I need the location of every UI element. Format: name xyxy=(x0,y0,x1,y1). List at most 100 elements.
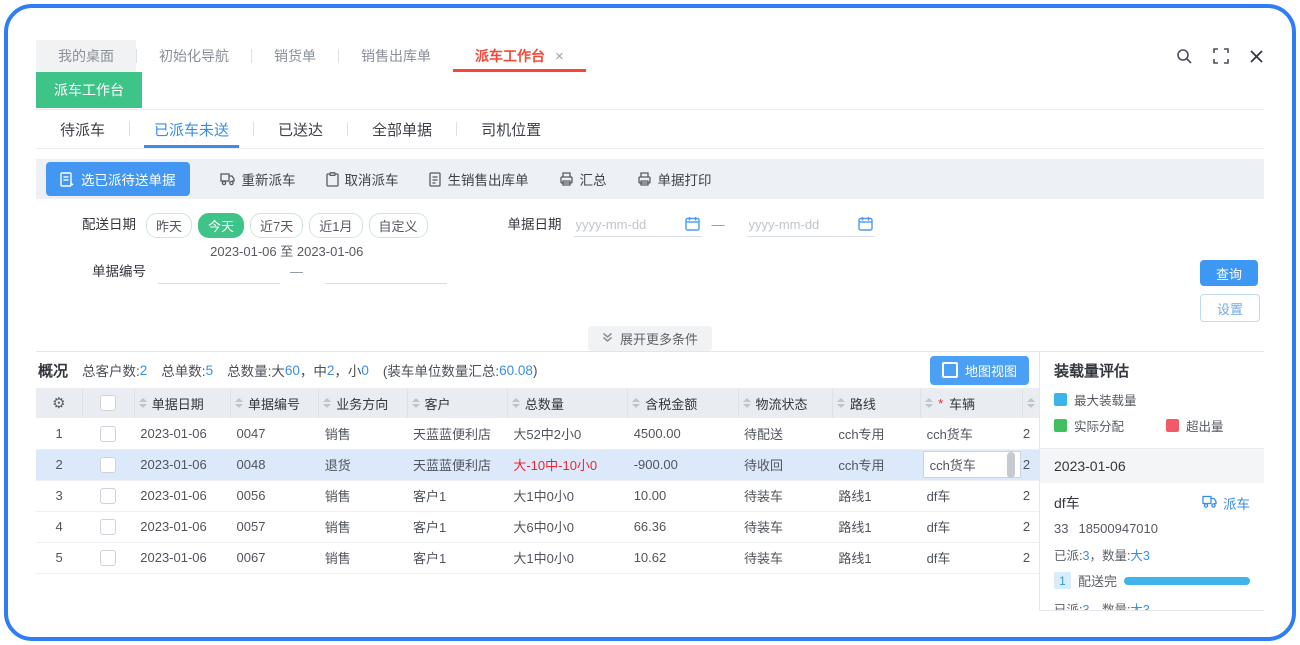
header-business-direction[interactable]: 业务方向 xyxy=(336,394,388,413)
sort-icon[interactable] xyxy=(1027,398,1036,408)
cancel-dispatch-button[interactable]: 取消派车 xyxy=(325,169,399,189)
window-tab-dispatch-workbench[interactable]: 派车工作台 × xyxy=(453,40,586,72)
sort-icon[interactable] xyxy=(235,398,244,408)
table-row[interactable]: 1 2023-01-06 0047 销售 天蓝蓝便利店 大52中2小0 4500… xyxy=(36,418,1039,449)
legend-overage: 超出量 xyxy=(1166,416,1224,435)
sort-icon[interactable] xyxy=(323,398,332,408)
window-tab-sales-outbound[interactable]: 销售出库单 xyxy=(339,40,453,72)
cell-route: cch专用 xyxy=(838,426,885,442)
cell-vehicle[interactable]: df车 xyxy=(921,480,1023,511)
row-checkbox[interactable] xyxy=(100,456,117,473)
table-area: 概况 总客户数: 2 总单数: 5 总数量:大 60 ，中 2 ，小 0 (装车单位数量汇… xyxy=(36,352,1039,611)
tab-label: 待派车 xyxy=(60,121,106,139)
cell-amount: -900.00 xyxy=(633,457,678,472)
orders-table: ⚙ 单据日期 单据编号 业务方向 客户 总数量 含税金额 物流状态 路线 * 车辆 xyxy=(36,388,1039,574)
dispatch-link[interactable]: 派车 xyxy=(1202,493,1250,513)
sort-icon[interactable] xyxy=(836,398,845,408)
doc-number-start-input[interactable] xyxy=(158,260,280,284)
sort-icon[interactable] xyxy=(632,398,641,408)
table-row[interactable]: 4 2023-01-06 0057 销售 客户1 大6中0小0 66.36 待装… xyxy=(36,511,1039,542)
doc-date-start-input[interactable] xyxy=(573,213,702,237)
tab-to-dispatch[interactable]: 待派车 xyxy=(36,110,129,148)
doc-date-filter: 单据日期 — xyxy=(508,213,875,237)
entry-index-badge: 1 xyxy=(1054,572,1071,589)
sort-icon[interactable] xyxy=(138,398,147,408)
pill-last-month[interactable]: 近1月 xyxy=(309,213,363,238)
query-button[interactable]: 查询 xyxy=(1200,260,1258,286)
doc-date-end-input[interactable] xyxy=(746,213,875,237)
window-tab-sales-order[interactable]: 销货单 xyxy=(252,40,338,72)
pill-today[interactable]: 今天 xyxy=(198,213,245,238)
qty-mid-label: ，中 xyxy=(299,364,327,379)
cell-vehicle[interactable]: df车 xyxy=(921,542,1023,573)
settings-button[interactable]: 设置 xyxy=(1200,294,1260,322)
cell-doc-number: 0057 xyxy=(236,519,266,534)
row-checkbox[interactable] xyxy=(100,518,117,535)
tab-label: 销售出库单 xyxy=(361,48,431,64)
cell-logistics-status: 待装车 xyxy=(744,520,784,535)
search-icon[interactable] xyxy=(1176,48,1193,65)
row-checkbox[interactable] xyxy=(100,425,117,442)
tab-close-icon[interactable]: × xyxy=(555,48,564,65)
map-view-button[interactable]: 地图视图 xyxy=(929,355,1029,385)
calendar-icon[interactable] xyxy=(857,216,873,236)
sort-icon[interactable] xyxy=(411,398,420,408)
doc-number-end-input[interactable] xyxy=(325,260,447,284)
header-total-qty[interactable]: 总数量 xyxy=(525,394,564,413)
table-row[interactable]: 5 2023-01-06 0067 销售 客户1 大1中0小0 10.62 待装… xyxy=(36,542,1039,573)
row-checkbox[interactable] xyxy=(100,549,117,566)
calendar-icon[interactable] xyxy=(684,216,700,236)
header-customer[interactable]: 客户 xyxy=(425,394,451,413)
select-all-checkbox[interactable] xyxy=(100,395,117,411)
pill-custom[interactable]: 自定义 xyxy=(368,213,428,238)
header-route[interactable]: 路线 xyxy=(850,394,876,413)
cell-vehicle[interactable]: cch货车 xyxy=(921,418,1023,449)
window-tab-desktop[interactable]: 我的桌面 xyxy=(36,40,136,72)
create-outbound-order-button[interactable]: 生销售出库单 xyxy=(428,169,529,189)
summarize-button[interactable]: 汇总 xyxy=(559,169,607,189)
select-dispatched-orders-button[interactable]: 选已派待送单据 xyxy=(46,162,190,196)
panel-date-header[interactable]: 2023-01-06 xyxy=(1040,448,1264,483)
sort-icon[interactable] xyxy=(925,398,934,408)
cell-logistics-status: 待配送 xyxy=(744,426,784,442)
double-chevron-down-icon xyxy=(602,331,613,346)
window-tab-init-nav[interactable]: 初始化导航 xyxy=(137,40,251,72)
sort-icon[interactable] xyxy=(511,398,520,408)
row-checkbox[interactable] xyxy=(100,487,117,504)
header-vehicle[interactable]: 车辆 xyxy=(949,394,975,413)
tab-dispatched-not-sent[interactable]: 已派车未送 xyxy=(130,110,253,148)
table-row-selected[interactable]: 2 2023-01-06 0048 退货 天蓝蓝便利店 大-10中-10小0 -… xyxy=(36,449,1039,480)
pill-yesterday[interactable]: 昨天 xyxy=(146,213,193,238)
cell-clipped: 2 xyxy=(1022,425,1031,441)
table-scrollbar-thumb[interactable] xyxy=(1007,452,1015,478)
button-label: 重新派车 xyxy=(241,173,296,188)
entry-status: 配送完 xyxy=(1078,574,1118,589)
load-total-value: 60.08 xyxy=(499,362,533,378)
printer-icon xyxy=(559,172,574,186)
cell-total-qty-negative: 大-10中-10小0 xyxy=(513,458,598,473)
header-doc-date[interactable]: 单据日期 xyxy=(152,394,204,413)
tab-all-orders[interactable]: 全部单据 xyxy=(348,110,456,148)
qty-value: 大3 xyxy=(1130,603,1150,611)
tab-driver-location[interactable]: 司机位置 xyxy=(457,110,565,148)
cell-vehicle[interactable]: df车 xyxy=(921,511,1023,542)
driver-phone: 18500947010 xyxy=(1078,521,1158,536)
table-row[interactable]: 3 2023-01-06 0056 销售 客户1 大1中0小0 10.00 待装… xyxy=(36,480,1039,511)
print-order-button[interactable]: 单据打印 xyxy=(637,169,712,189)
expand-label: 展开更多条件 xyxy=(619,332,698,347)
close-icon[interactable] xyxy=(1249,49,1264,64)
map-icon xyxy=(941,362,958,378)
expand-more-conditions-button[interactable]: 展开更多条件 xyxy=(587,326,712,351)
range-separator: — xyxy=(711,217,725,232)
pill-last-7-days[interactable]: 近7天 xyxy=(250,213,304,238)
document-icon xyxy=(60,171,74,187)
header-logistics-status[interactable]: 物流状态 xyxy=(756,394,808,413)
header-amount[interactable]: 含税金额 xyxy=(645,394,697,413)
tab-delivered[interactable]: 已送达 xyxy=(254,110,347,148)
column-settings-gear-icon[interactable]: ⚙ xyxy=(52,394,65,412)
sort-icon[interactable] xyxy=(742,398,751,408)
header-doc-number[interactable]: 单据编号 xyxy=(248,394,300,413)
fullscreen-icon[interactable] xyxy=(1213,48,1229,64)
re-dispatch-button[interactable]: 重新派车 xyxy=(219,169,296,189)
cell-business-direction: 退货 xyxy=(324,458,351,473)
